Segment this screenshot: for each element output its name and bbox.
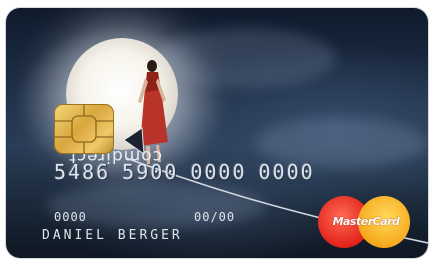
card-number-group-4: 0000 — [258, 160, 315, 184]
card-line-code: 0000 — [54, 210, 87, 224]
card-number-group-1: 5486 — [54, 160, 111, 184]
credit-card: comdirect 5486 5900 0000 0000 0000 00/00 DA… — [6, 8, 428, 258]
card-number-group-2: 5900 — [122, 160, 179, 184]
cardholder-name: DANIEL BERGER — [42, 228, 183, 243]
emv-chip-icon — [54, 104, 114, 154]
expiry-date: 00/00 — [194, 210, 236, 224]
mastercard-logo-icon: MasterCard — [318, 196, 416, 250]
card-number: 5486 5900 0000 0000 — [54, 160, 315, 184]
brand-name-vertical: comdirect — [68, 146, 162, 166]
mastercard-wordmark: MasterCard — [332, 215, 400, 228]
card-number-group-3: 0000 — [190, 160, 247, 184]
